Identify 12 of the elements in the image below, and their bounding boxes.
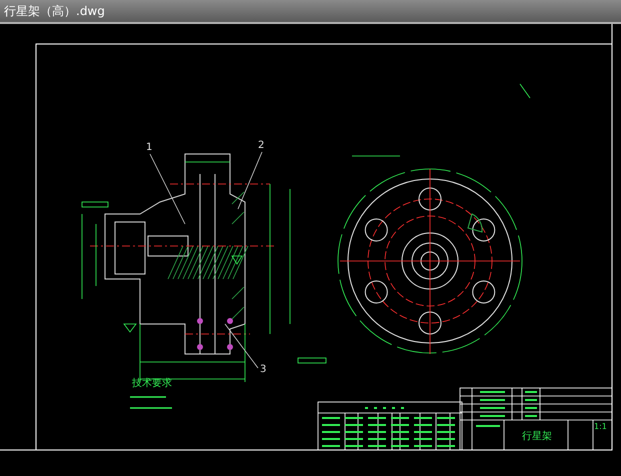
window-title: 行星架（高）.dwg (4, 2, 105, 20)
leader-line (224, 324, 258, 368)
part-name: 行星架 (522, 431, 552, 442)
title-block-text-drawing (476, 391, 537, 427)
part-number: 3 (260, 364, 266, 375)
scale-value: 1:1 (594, 422, 607, 431)
part-number: 2 (258, 140, 264, 151)
leader-line (238, 152, 262, 210)
notes-text-drawing (130, 396, 172, 409)
notes-heading: 技术要求 (132, 378, 172, 389)
part-number: 1 (146, 142, 152, 153)
leader-line (150, 154, 186, 224)
